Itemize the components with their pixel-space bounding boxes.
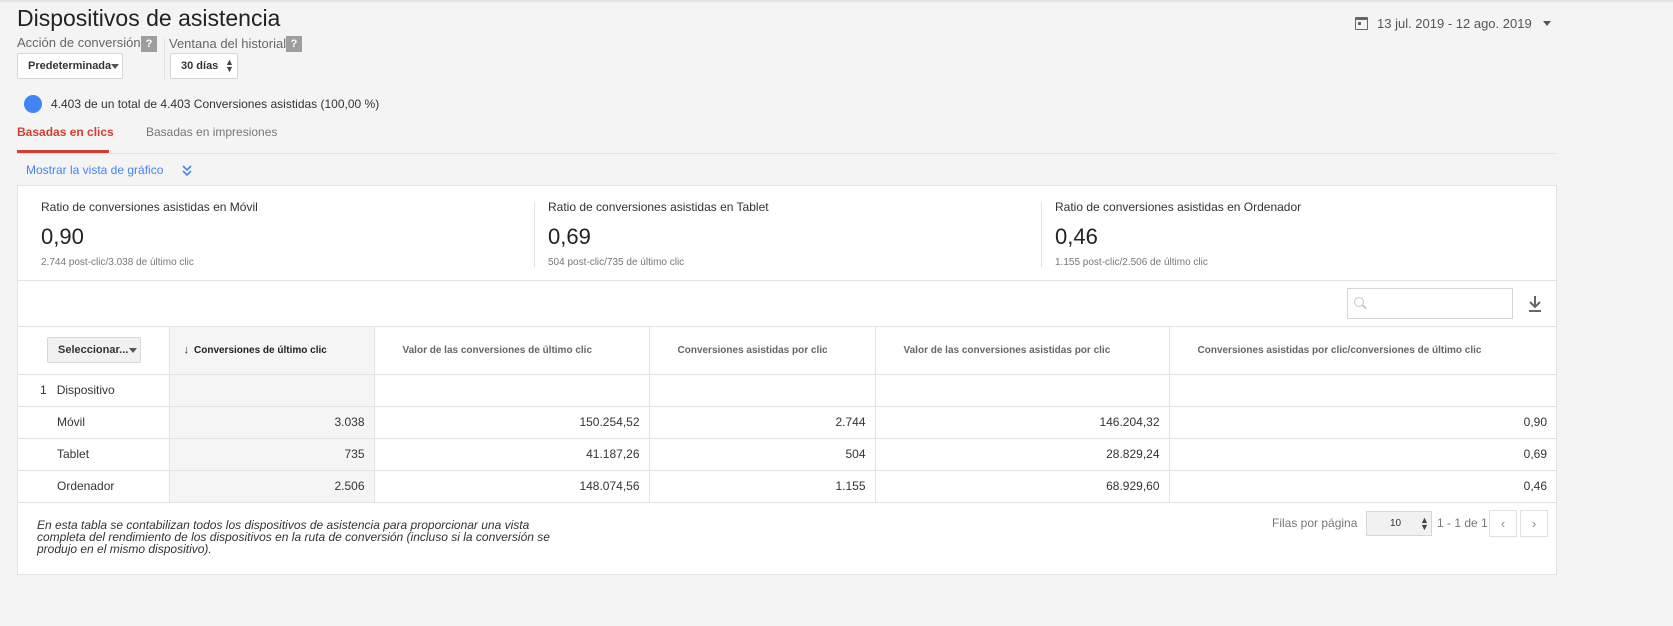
cell-last-click-conversions: 735 <box>169 438 375 471</box>
column-header-last-click-conversions[interactable]: ↓ Conversiones de último clic <box>169 327 375 375</box>
data-table: Seleccionar... ↓ Conversiones de último c… <box>18 327 1556 503</box>
row-device: Tablet <box>18 438 170 471</box>
conversion-action-value: Predeterminada <box>28 60 112 72</box>
cell-last-click-value: 148.074,56 <box>374 470 650 503</box>
pagination-range: 1 - 1 de 1 <box>1437 516 1488 530</box>
page-title: Dispositivos de asistencia <box>17 5 281 31</box>
cell-last-click-value: 41.187,26 <box>374 438 650 471</box>
kpi-subtext: 504 post-clic/735 de último clic <box>548 257 685 268</box>
cell-last-click-value: 150.254,52 <box>374 406 650 439</box>
cell-last-click-conversions: 2.506 <box>169 470 375 503</box>
double-chevron-down-icon[interactable] <box>181 164 193 178</box>
stepper-icon: ▲ ▼ <box>225 57 234 74</box>
table-header-row: Seleccionar... ↓ Conversiones de último c… <box>18 327 1556 375</box>
search-icon <box>1354 297 1364 307</box>
kpi-title: Ratio de conversiones asistidas en Móvil <box>41 200 258 214</box>
kpi-subtext: 1.155 post-clic/2.506 de último clic <box>1055 257 1208 268</box>
rows-per-page-label: Filas por página <box>1272 516 1358 530</box>
stepper-icon: ▲ ▼ <box>1420 515 1429 532</box>
calendar-icon <box>1355 16 1368 30</box>
column-header-assisted-ratio[interactable]: Conversiones asistidas por clic/conversi… <box>1169 327 1556 375</box>
kpi-value: 0,69 <box>548 224 591 249</box>
lookback-window-select[interactable]: 30 días ▲ ▼ <box>170 53 238 79</box>
kpi-title: Ratio de conversiones asistidas en Table… <box>548 200 769 214</box>
date-range-picker[interactable]: 13 jul. 2019 - 12 ago. 2019 <box>1355 13 1551 33</box>
download-icon[interactable] <box>1526 294 1544 314</box>
cell-last-click-conversions: 3.038 <box>169 406 375 439</box>
cell-assisted-conversions: 504 <box>649 438 876 471</box>
kpi-divider <box>534 201 535 267</box>
kpi-value: 0,90 <box>41 224 84 249</box>
caret-down-icon <box>1542 20 1551 26</box>
kpi-tablet: Ratio de conversiones asistidas en Table… <box>548 200 1018 268</box>
kpi-bottom-divider <box>18 280 1556 281</box>
rows-per-page-value: 10 <box>1390 518 1402 529</box>
top-shadow <box>0 0 1673 3</box>
column-header-assisted-conversions[interactable]: Conversiones asistidas por clic <box>649 327 876 375</box>
cell-assisted-ratio: 0,69 <box>1169 438 1556 471</box>
next-page-button[interactable]: › <box>1520 510 1548 537</box>
tabs-divider <box>17 153 1557 154</box>
lookback-window-value: 30 días <box>181 60 219 72</box>
conversion-action-label: Acción de conversión <box>17 35 141 50</box>
dimension-index: 1 <box>40 383 47 397</box>
column-header-assisted-value[interactable]: Valor de las conversiones asistidas por … <box>875 327 1170 375</box>
cell-assisted-value: 28.829,24 <box>875 438 1170 471</box>
dimension-header-cell: 1 Dispositivo <box>18 374 170 407</box>
table-footnote: En esta tabla se contabilizan todos los … <box>37 518 550 556</box>
row-device: Ordenador <box>18 470 170 503</box>
column-header-label: Conversiones de último clic <box>194 345 327 357</box>
cell-assisted-value: 146.204,32 <box>875 406 1170 439</box>
kpi-value: 0,46 <box>1055 224 1098 249</box>
previous-page-button[interactable]: ‹ <box>1489 510 1517 537</box>
dimension-label: Dispositivo <box>56 383 115 397</box>
kpi-mobile: Ratio de conversiones asistidas en Móvil… <box>41 200 511 268</box>
dimension-header-row: 1 Dispositivo <box>18 374 1556 407</box>
report-card: Ratio de conversiones asistidas en Móvil… <box>17 185 1557 575</box>
caret-down-icon <box>129 348 137 354</box>
segment-color-dot <box>24 95 42 113</box>
table-row: Ordenador 2.506 148.074,56 1.155 68.929,… <box>18 470 1556 503</box>
dimension-selector-cell: Seleccionar... <box>18 327 170 375</box>
cell-assisted-ratio: 0,46 <box>1169 470 1556 503</box>
table-row: Tablet 735 41.187,26 504 28.829,24 0,69 <box>18 438 1556 471</box>
lookback-window-label: Ventana del historial <box>169 36 287 51</box>
rows-per-page-select[interactable]: 10 ▲ ▼ <box>1366 511 1432 536</box>
kpi-desktop: Ratio de conversiones asistidas en Orden… <box>1055 200 1525 268</box>
row-device: Móvil <box>18 406 170 439</box>
table-search-input[interactable] <box>1347 288 1513 319</box>
cell-assisted-conversions: 1.155 <box>649 470 876 503</box>
help-icon[interactable]: ? <box>286 36 302 52</box>
column-header-last-click-value[interactable]: Valor de las conversiones de último clic <box>374 327 650 375</box>
kpi-divider <box>1041 201 1042 267</box>
kpi-subtext: 2.744 post-clic/3.038 de último clic <box>41 257 194 268</box>
kpi-title: Ratio de conversiones asistidas en Orden… <box>1055 200 1302 214</box>
cell-assisted-conversions: 2.744 <box>649 406 876 439</box>
conversion-action-dropdown[interactable]: Predeterminada <box>17 53 123 79</box>
dimension-selector-label: Seleccionar... <box>58 344 129 357</box>
sort-descending-icon: ↓ <box>183 344 190 357</box>
controls-divider <box>164 37 165 79</box>
segment-summary: 4.403 de un total de 4.403 Conversiones … <box>51 97 380 111</box>
tab-click-based[interactable]: Basadas en clics <box>17 125 114 139</box>
table-row: Móvil 3.038 150.254,52 2.744 146.204,32 … <box>18 406 1556 439</box>
help-icon[interactable]: ? <box>141 36 157 52</box>
date-range-text: 13 jul. 2019 - 12 ago. 2019 <box>1377 15 1532 31</box>
caret-down-icon <box>111 64 119 69</box>
show-chart-link[interactable]: Mostrar la vista de gráfico <box>26 163 163 177</box>
secondary-dimension-dropdown[interactable]: Seleccionar... <box>47 337 141 364</box>
cell-assisted-ratio: 0,90 <box>1169 406 1556 439</box>
tab-impression-based[interactable]: Basadas en impresiones <box>146 125 277 139</box>
cell-assisted-value: 68.929,60 <box>875 470 1170 503</box>
